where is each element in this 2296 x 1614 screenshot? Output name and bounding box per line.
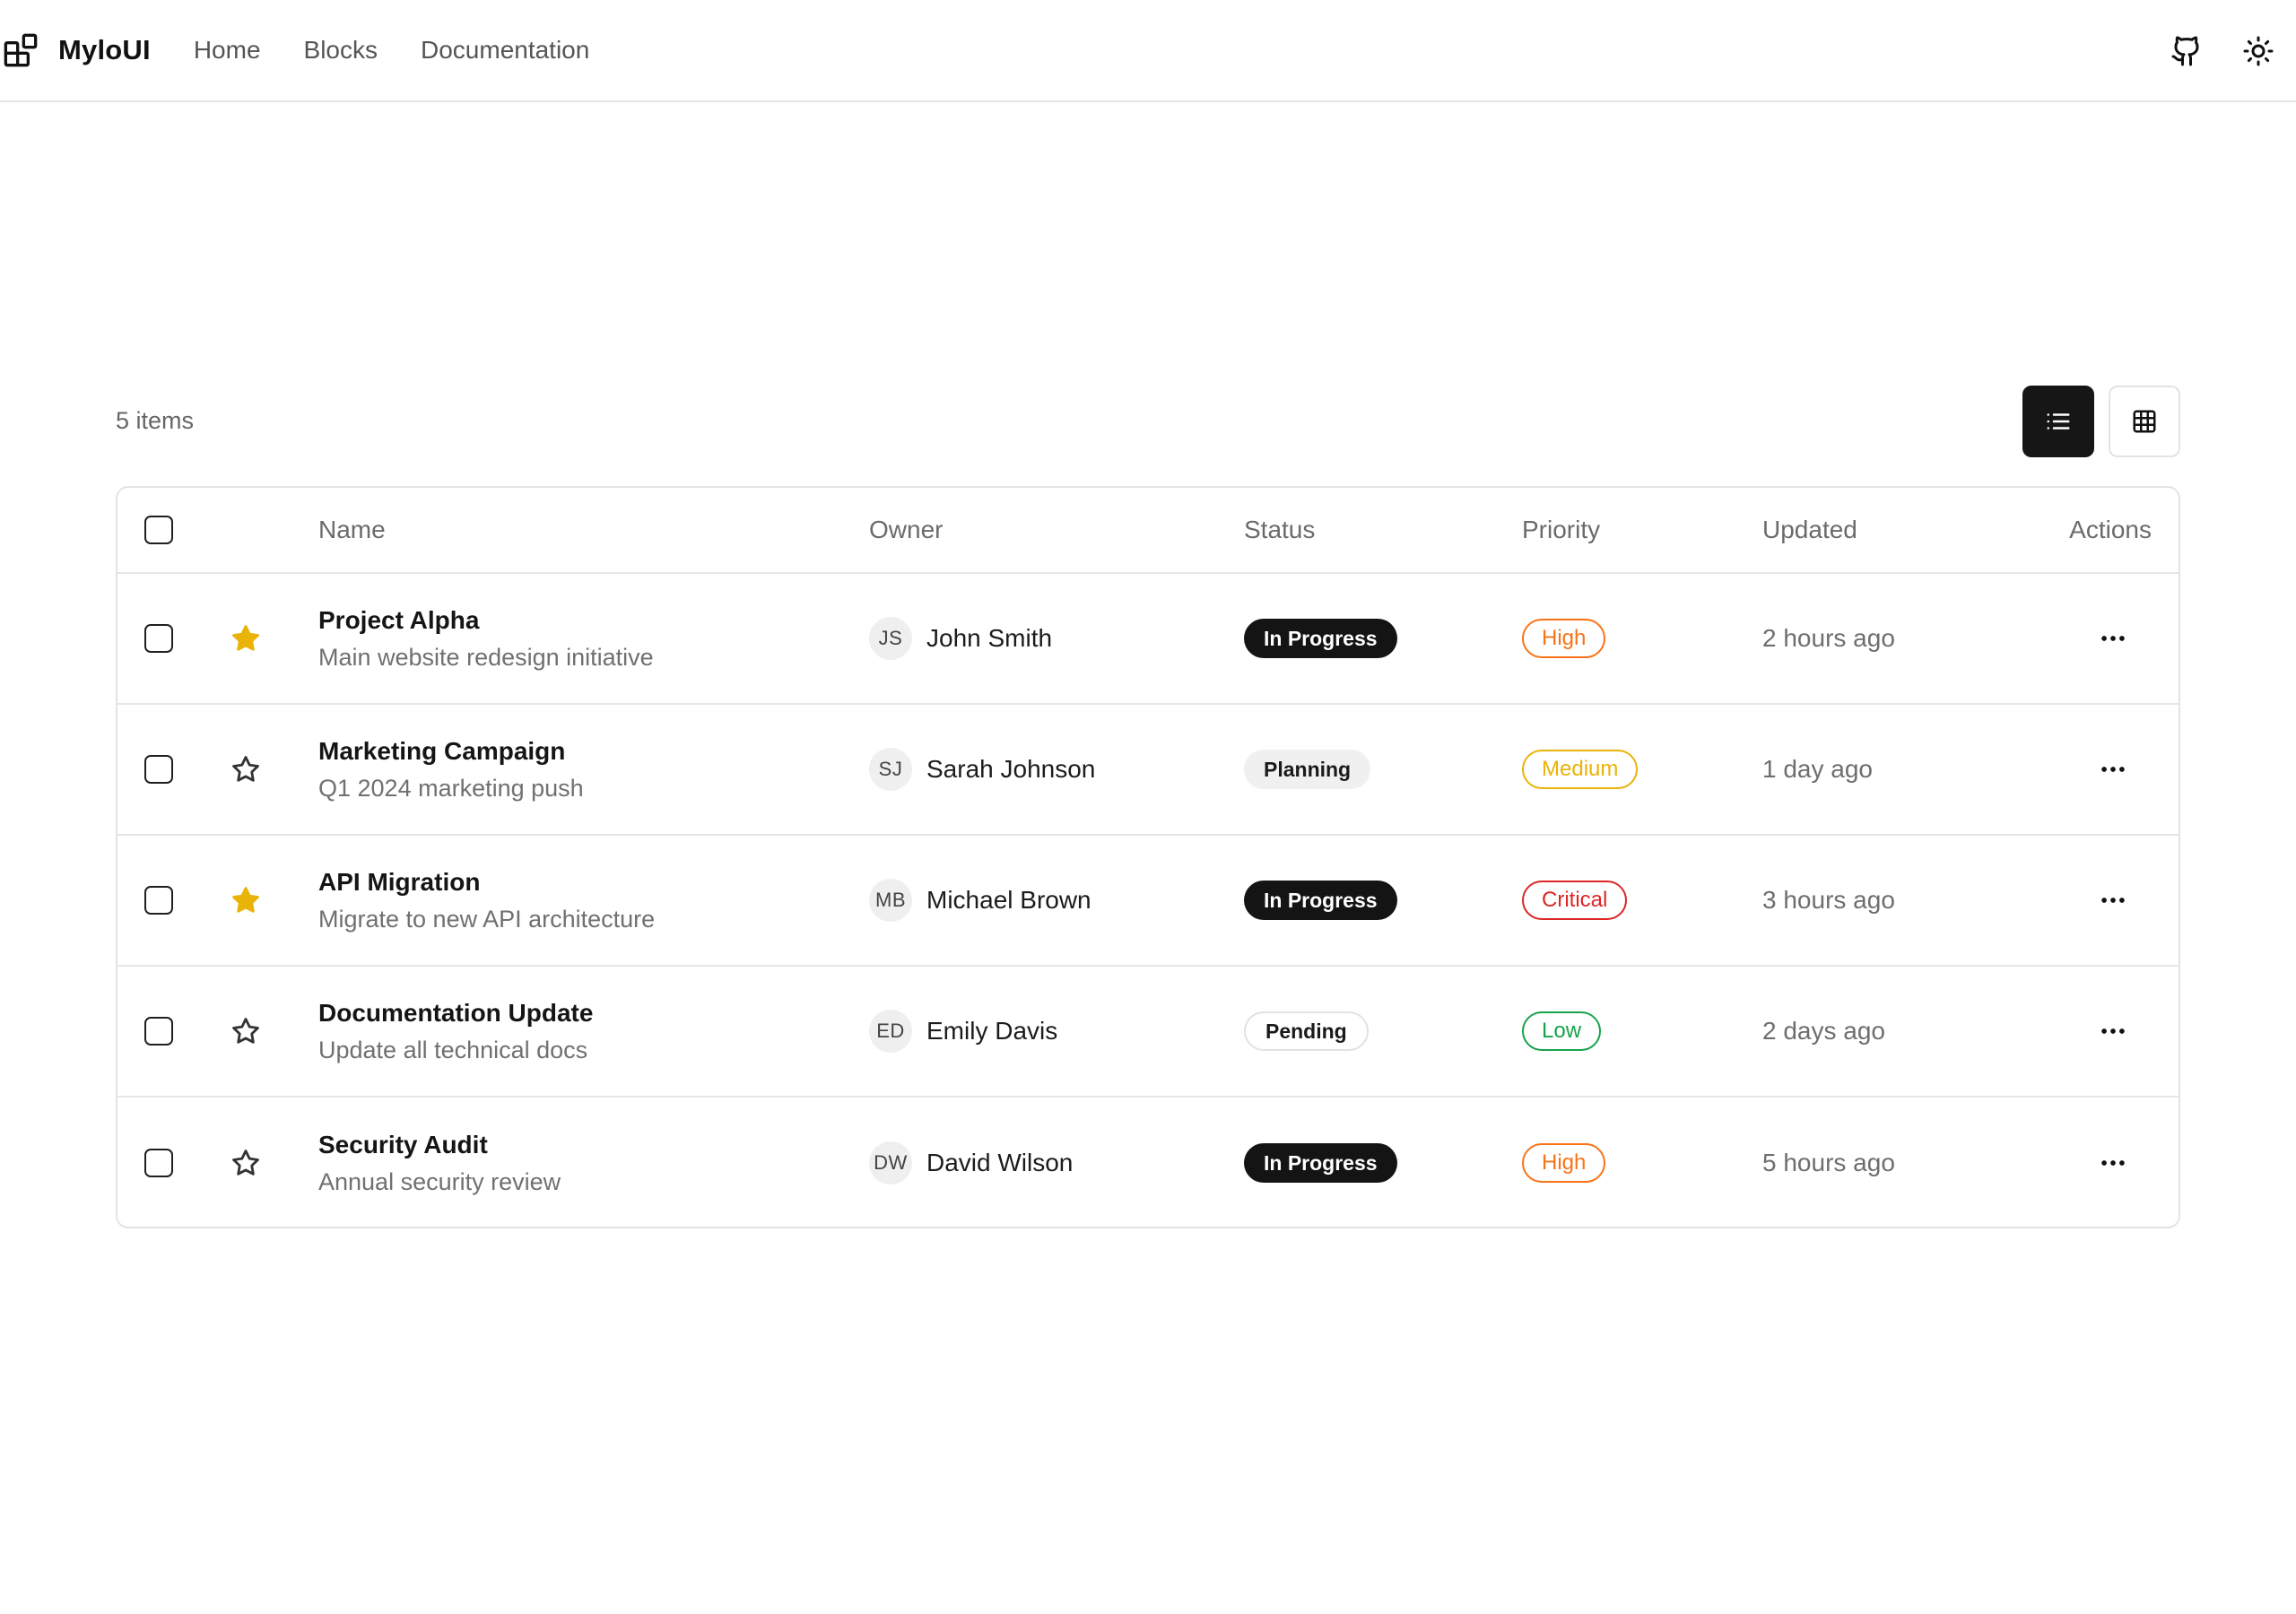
select-all-checkbox[interactable] xyxy=(144,516,173,544)
avatar: SJ xyxy=(869,748,912,791)
sun-icon xyxy=(2243,36,2274,66)
brand-name: MyloUI xyxy=(58,34,151,65)
nav-link-home[interactable]: Home xyxy=(194,36,261,65)
star-filled-icon[interactable] xyxy=(230,885,261,915)
updated-time: 2 days ago xyxy=(1762,1017,1885,1045)
star-outline-icon[interactable] xyxy=(230,1148,261,1178)
avatar: ED xyxy=(869,1010,912,1053)
item-title[interactable]: Security Audit xyxy=(318,1131,488,1159)
table-body: Project Alpha Main website redesign init… xyxy=(117,574,2179,1227)
priority-badge: Low xyxy=(1522,1011,1602,1051)
row-checkbox[interactable] xyxy=(144,1017,173,1046)
updated-time: 5 hours ago xyxy=(1762,1149,1895,1176)
owner-name: Sarah Johnson xyxy=(926,755,1096,783)
column-header-name[interactable]: Name xyxy=(318,516,386,544)
table-row[interactable]: Marketing Campaign Q1 2024 marketing pus… xyxy=(117,705,2179,836)
owner-name: David Wilson xyxy=(926,1149,1074,1176)
status-badge: In Progress xyxy=(1244,881,1397,920)
row-checkbox[interactable] xyxy=(144,624,173,653)
more-horizontal-icon[interactable] xyxy=(2098,885,2128,915)
more-horizontal-icon[interactable] xyxy=(2098,1148,2128,1178)
brand[interactable]: MyloUI xyxy=(3,32,151,68)
owner-name: Emily Davis xyxy=(926,1017,1058,1045)
github-icon xyxy=(2171,36,2199,66)
list-icon xyxy=(2047,413,2070,430)
item-title[interactable]: API Migration xyxy=(318,868,480,897)
grid-view-button[interactable] xyxy=(2109,386,2180,457)
grid-icon xyxy=(2133,410,2156,433)
more-horizontal-icon[interactable] xyxy=(2098,754,2128,785)
avatar: DW xyxy=(869,1141,912,1184)
status-badge: In Progress xyxy=(1244,1143,1397,1183)
table-toolbar: 5 items xyxy=(116,386,2180,457)
status-badge: Planning xyxy=(1244,750,1371,789)
column-header-owner[interactable]: Owner xyxy=(869,516,943,544)
star-outline-icon[interactable] xyxy=(230,754,261,785)
column-header-updated[interactable]: Updated xyxy=(1762,516,1857,544)
status-badge: Pending xyxy=(1244,1011,1369,1051)
header-actions xyxy=(2136,0,2280,102)
row-checkbox[interactable] xyxy=(144,886,173,915)
column-header-priority[interactable]: Priority xyxy=(1522,516,1600,544)
theme-toggle-button[interactable] xyxy=(2237,30,2280,73)
priority-badge: High xyxy=(1522,619,1606,658)
priority-badge: Critical xyxy=(1522,881,1628,920)
item-description: Main website redesign initiative xyxy=(318,643,654,671)
table-row[interactable]: Project Alpha Main website redesign init… xyxy=(117,574,2179,705)
status-badge: In Progress xyxy=(1244,619,1397,658)
avatar: JS xyxy=(869,617,912,660)
star-outline-icon[interactable] xyxy=(230,1016,261,1046)
avatar: MB xyxy=(869,879,912,922)
table-header: Name Owner Status Priority Updated Actio… xyxy=(117,488,2179,574)
table-row[interactable]: Security Audit Annual security review DW… xyxy=(117,1098,2179,1227)
priority-badge: Medium xyxy=(1522,750,1639,789)
table-row[interactable]: Documentation Update Update all technica… xyxy=(117,967,2179,1098)
updated-time: 1 day ago xyxy=(1762,755,1873,783)
item-description: Annual security review xyxy=(318,1167,561,1195)
item-count: 5 items xyxy=(116,407,195,434)
nav-link-documentation[interactable]: Documentation xyxy=(421,36,589,65)
item-description: Update all technical docs xyxy=(318,1036,588,1063)
list-view-button[interactable] xyxy=(2022,386,2094,457)
view-toggle xyxy=(2008,386,2180,457)
item-title[interactable]: Documentation Update xyxy=(318,999,593,1028)
item-title[interactable]: Project Alpha xyxy=(318,606,479,635)
table-row[interactable]: API Migration Migrate to new API archite… xyxy=(117,836,2179,967)
owner-name: Michael Brown xyxy=(926,886,1091,914)
row-checkbox[interactable] xyxy=(144,1149,173,1177)
item-description: Q1 2024 marketing push xyxy=(318,774,584,802)
item-description: Migrate to new API architecture xyxy=(318,905,656,933)
blocks-logo-icon xyxy=(4,33,38,67)
updated-time: 2 hours ago xyxy=(1762,624,1895,652)
top-navbar: MyloUI Home Blocks Documentation xyxy=(0,0,2296,102)
row-checkbox[interactable] xyxy=(144,755,173,784)
item-title[interactable]: Marketing Campaign xyxy=(318,737,565,766)
nav-link-blocks[interactable]: Blocks xyxy=(304,36,378,65)
github-button[interactable] xyxy=(2165,30,2208,73)
priority-badge: High xyxy=(1522,1143,1606,1183)
more-horizontal-icon[interactable] xyxy=(2098,1016,2128,1046)
main-nav: Home Blocks Documentation xyxy=(194,36,633,65)
updated-time: 3 hours ago xyxy=(1762,886,1895,914)
column-header-actions: Actions xyxy=(2069,516,2152,543)
more-horizontal-icon[interactable] xyxy=(2098,623,2128,654)
owner-name: John Smith xyxy=(926,624,1053,652)
column-header-status[interactable]: Status xyxy=(1244,516,1315,544)
star-filled-icon[interactable] xyxy=(230,623,261,654)
projects-table: Name Owner Status Priority Updated Actio… xyxy=(116,486,2180,1228)
